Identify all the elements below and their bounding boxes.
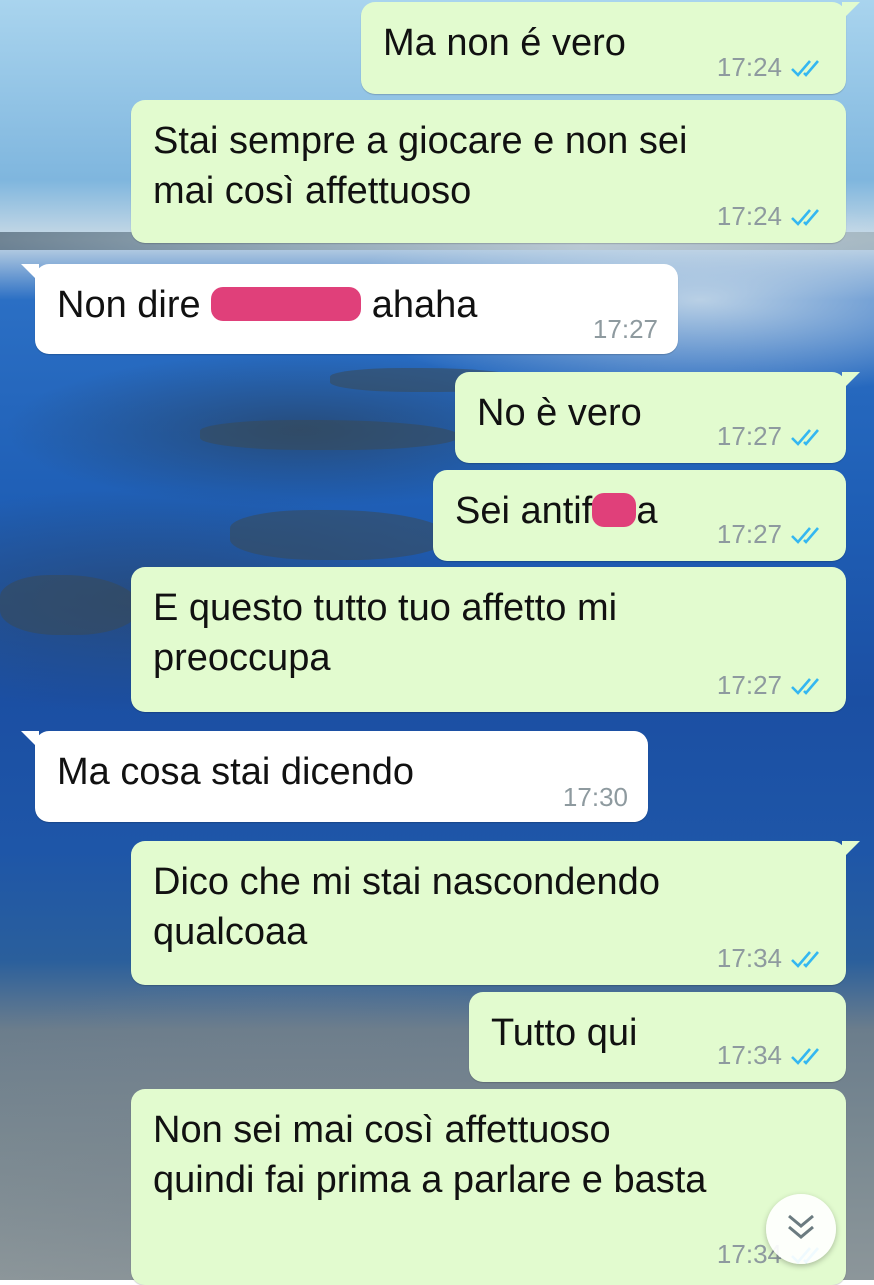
outgoing-message[interactable]: Non sei mai così affettuoso quindi fai p… xyxy=(131,1089,846,1285)
message-time: 17:24 xyxy=(716,201,782,231)
message-meta: 17:27 xyxy=(717,670,826,702)
message-meta: 17:27 xyxy=(717,519,826,551)
message-text: Non dire ahaha xyxy=(57,280,656,330)
message-time: 17:30 xyxy=(562,782,628,812)
scroll-to-bottom-button[interactable] xyxy=(766,1194,836,1264)
message-meta: 17:30 xyxy=(563,782,628,812)
outgoing-message[interactable]: Stai sempre a giocare e non sei mai così… xyxy=(131,100,846,243)
message-time: 17:34 xyxy=(716,943,782,973)
outgoing-message[interactable]: Sei antif a 17:27 xyxy=(433,470,846,561)
double-check-icon xyxy=(790,672,826,702)
message-meta: 17:34 xyxy=(717,943,826,975)
message-meta: 17:34 xyxy=(717,1040,826,1072)
incoming-message[interactable]: Ma cosa stai dicendo 17:30 xyxy=(21,731,648,822)
message-text: Ma cosa stai dicendo xyxy=(57,751,414,793)
message-meta: 17:27 xyxy=(717,421,826,453)
outgoing-message[interactable]: Dico che mi stai nascondendo qualcoaa 17… xyxy=(131,841,860,985)
double-check-icon xyxy=(790,1042,826,1072)
double-chevron-down-icon xyxy=(784,1212,818,1247)
outgoing-message[interactable]: Ma non é vero 17:24 xyxy=(361,2,860,94)
message-meta: 17:24 xyxy=(717,52,826,84)
message-time: 17:27 xyxy=(716,519,782,549)
message-time: 17:24 xyxy=(716,52,782,82)
message-text-part: Sei antif xyxy=(455,490,593,532)
double-check-icon xyxy=(790,423,826,453)
message-time: 17:34 xyxy=(716,1040,782,1070)
message-list[interactable]: Ma non é vero 17:24 Stai sempre a giocar… xyxy=(0,0,874,1285)
double-check-icon xyxy=(790,945,826,975)
message-text-part: Non dire xyxy=(57,284,212,326)
double-check-icon xyxy=(790,203,826,233)
message-text: Dico che mi stai nascondendo qualcoaa xyxy=(153,861,660,953)
redaction-mark xyxy=(592,493,637,527)
message-meta: 17:24 xyxy=(717,201,826,233)
message-text: Non sei mai così affettuoso quindi fai p… xyxy=(153,1109,707,1201)
outgoing-message[interactable]: E questo tutto tuo affetto mi preoccupa … xyxy=(131,567,846,712)
message-text-part: a xyxy=(636,490,658,532)
message-time: 17:27 xyxy=(592,314,658,344)
double-check-icon xyxy=(790,521,826,551)
redaction-mark xyxy=(211,287,362,321)
message-text: E questo tutto tuo affetto mi preoccupa xyxy=(153,587,618,679)
outgoing-message[interactable]: No è vero 17:27 xyxy=(455,372,860,463)
message-time: 17:27 xyxy=(716,421,782,451)
double-check-icon xyxy=(790,54,826,84)
message-text-part: ahaha xyxy=(361,284,478,326)
outgoing-message[interactable]: Tutto qui 17:34 xyxy=(469,992,846,1082)
incoming-message[interactable]: Non dire ahaha 17:27 xyxy=(21,264,678,354)
message-time: 17:27 xyxy=(716,670,782,700)
message-meta: 17:27 xyxy=(593,314,658,344)
